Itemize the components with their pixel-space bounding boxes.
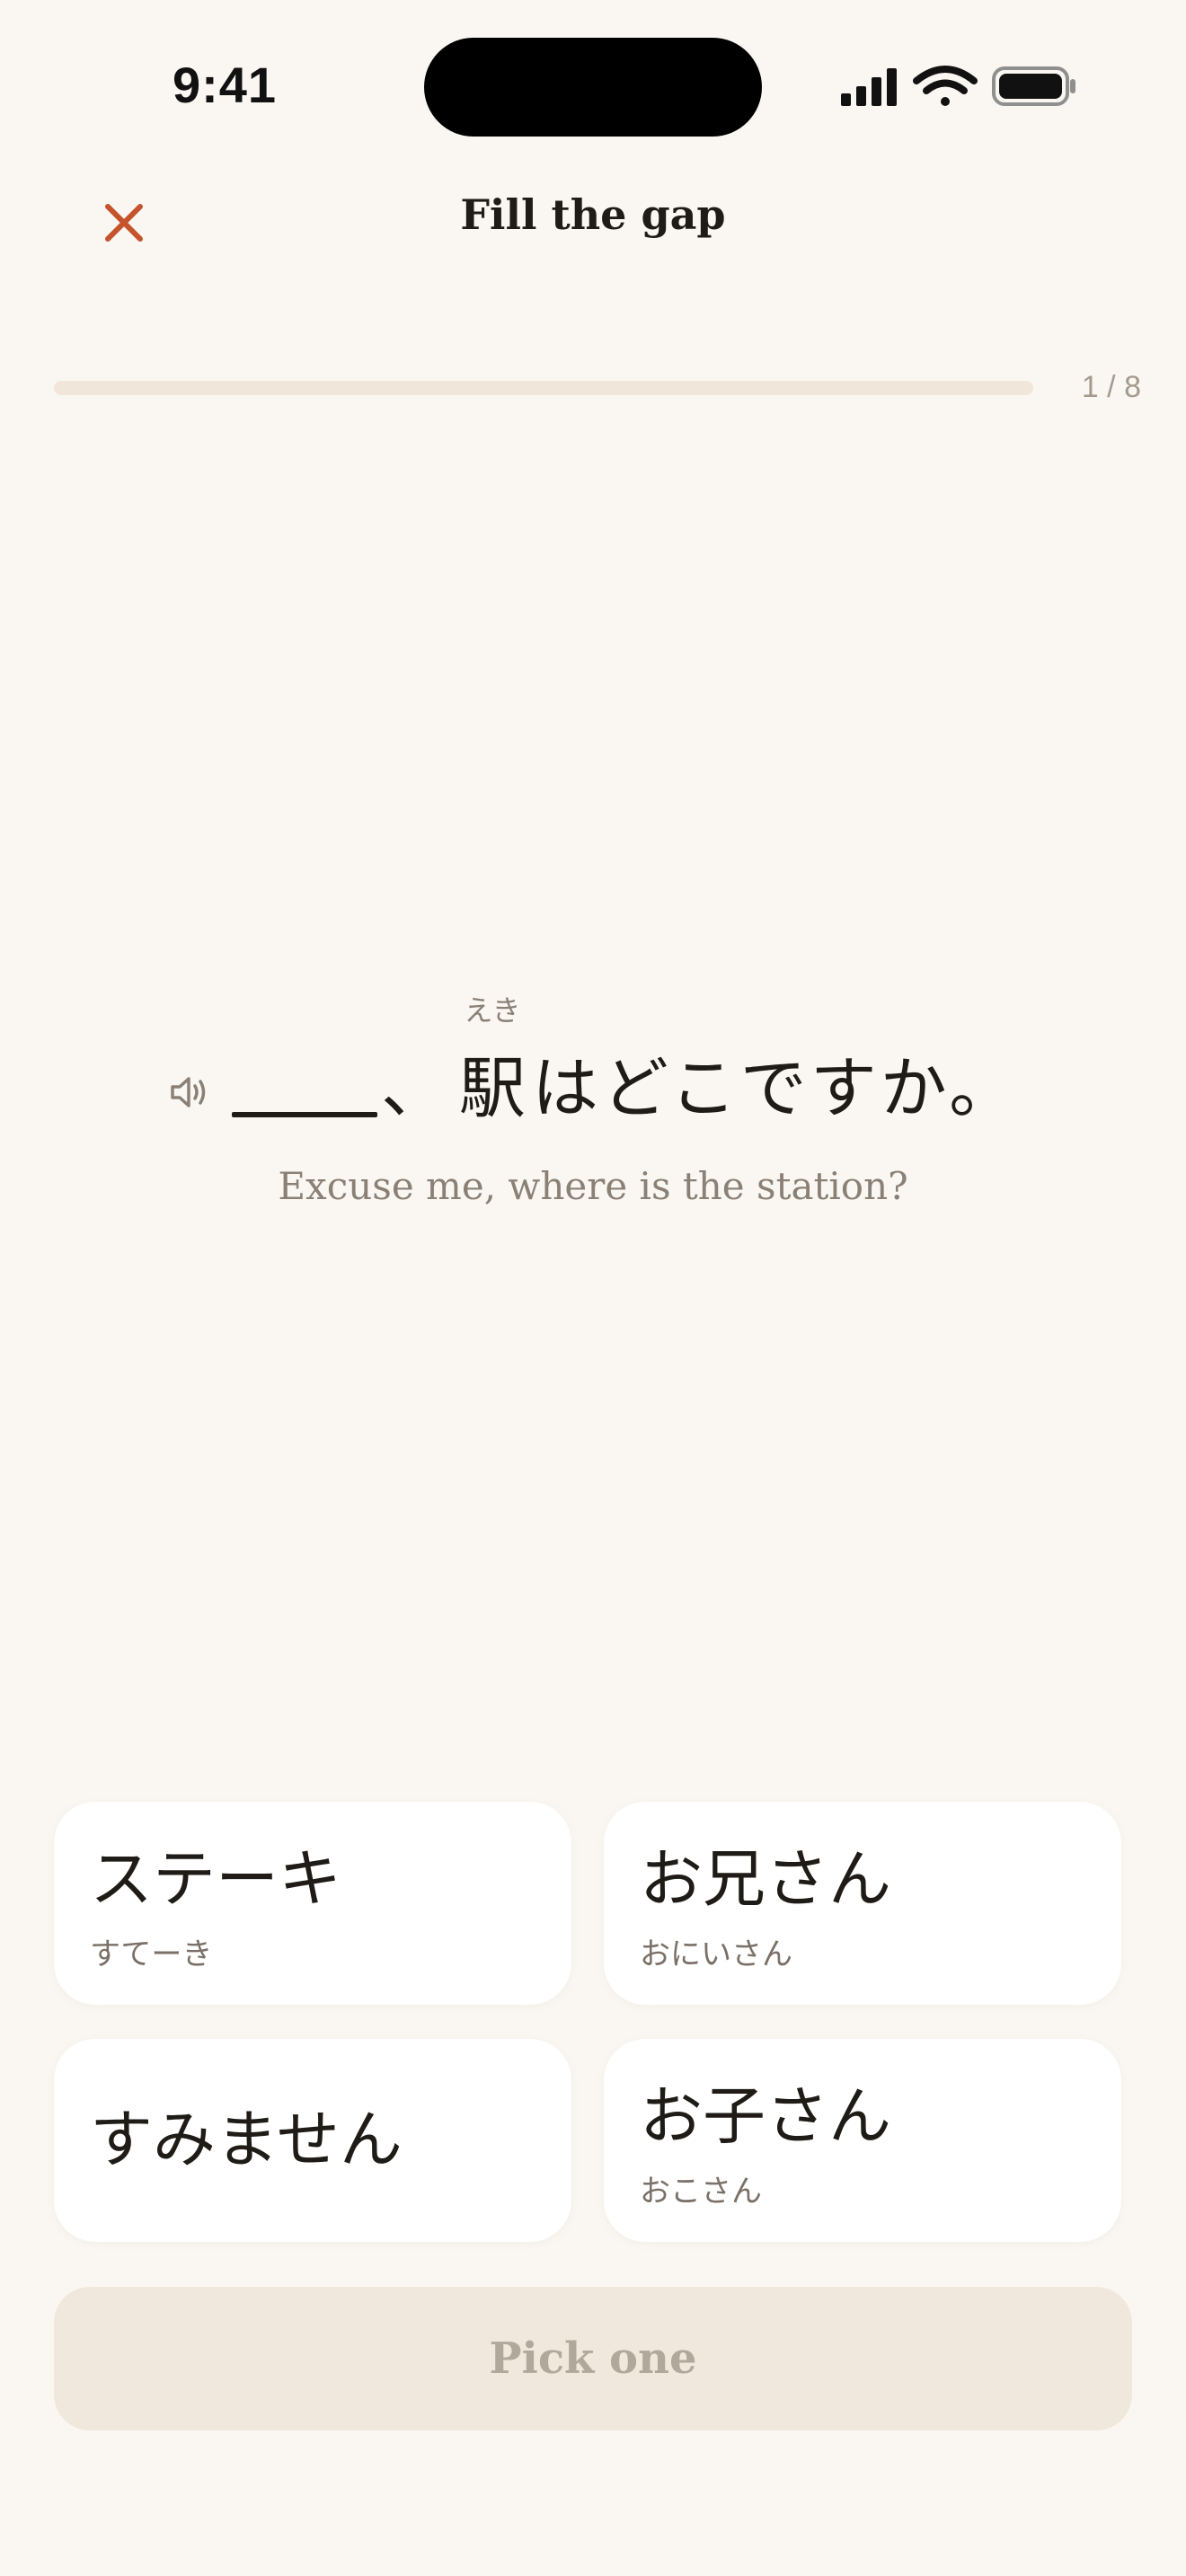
- option-reading: おにいさん: [640, 1936, 792, 1972]
- sentence-comma: 、: [381, 1050, 447, 1127]
- furigana: えき: [464, 993, 521, 1028]
- status-icons: [836, 61, 1078, 111]
- exercise-sentence: 、 えき 駅 はどこですか。: [0, 988, 1186, 1132]
- option-reading: すてーき: [90, 1936, 213, 1972]
- battery-icon: [992, 66, 1075, 106]
- option-card[interactable]: お子さん おこさん: [604, 2039, 1121, 2242]
- page-title: Fill the gap: [460, 190, 726, 239]
- option-text: お兄さん: [640, 1842, 891, 1916]
- option-text: ステーキ: [90, 1842, 341, 1916]
- pick-one-button[interactable]: Pick one: [54, 2287, 1132, 2430]
- wifi-icon: [913, 66, 978, 106]
- option-card[interactable]: ステーキ すてーき: [54, 1802, 571, 2005]
- close-icon: [105, 204, 143, 242]
- kanji: 駅: [459, 1050, 526, 1127]
- close-button[interactable]: [90, 189, 158, 257]
- sentence-text: はどこですか。: [532, 1050, 1020, 1127]
- status-time: 9:41: [172, 57, 278, 113]
- option-card[interactable]: すみません: [54, 2039, 571, 2242]
- pick-one-label: Pick one: [489, 2333, 697, 2384]
- progress-bar: [54, 381, 1033, 395]
- option-text: お子さん: [640, 2079, 891, 2153]
- status-bar: 9:41: [0, 0, 1186, 171]
- translation: Excuse me, where is the station?: [278, 1164, 908, 1208]
- answer-blank: [232, 1112, 377, 1117]
- option-reading: おこさん: [640, 2174, 762, 2210]
- option-card[interactable]: お兄さん おにいさん: [604, 1802, 1121, 2005]
- dynamic-island: [424, 38, 762, 137]
- play-audio-button[interactable]: [167, 1071, 210, 1114]
- progress-counter: 1 / 8: [1081, 370, 1141, 404]
- option-text: すみません: [90, 2103, 403, 2176]
- speaker-icon: [171, 1077, 206, 1107]
- cellular-signal-icon: [841, 68, 897, 106]
